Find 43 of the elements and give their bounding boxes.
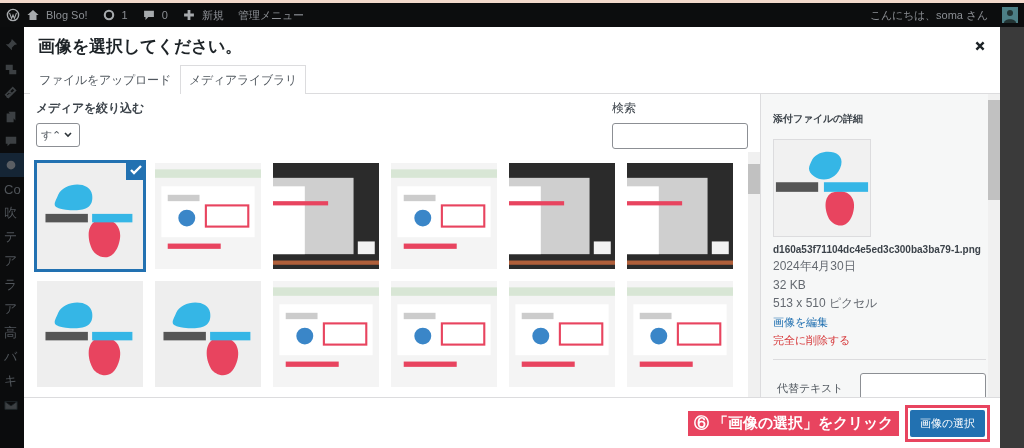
scrollbar[interactable] <box>748 152 760 397</box>
menu-item-text[interactable]: バ <box>4 348 17 366</box>
circle-icon[interactable] <box>4 158 18 172</box>
filter-dropdown[interactable]: す⌃ <box>36 123 80 147</box>
edit-image-link[interactable]: 画像を編集 <box>773 315 828 330</box>
menu-item-text[interactable]: キ <box>4 372 17 390</box>
scrollbar[interactable] <box>988 94 1000 397</box>
menu-item-text[interactable]: ラ <box>4 276 17 294</box>
menu-item-text[interactable]: 吹 <box>4 204 17 222</box>
menu-item-text[interactable]: ア <box>4 300 17 318</box>
site-link[interactable]: Blog So! <box>46 9 88 21</box>
updates-count[interactable]: 1 <box>121 9 128 21</box>
delete-link[interactable]: 完全に削除する <box>773 333 850 348</box>
image-dimensions: 513 x 510 ピクセル <box>773 295 878 312</box>
file-name: d160a53f71104dc4e5ed3c300ba3ba79-1.png <box>773 244 981 255</box>
annotation-label: ⑥ 「画像の選択」をクリック <box>687 410 899 436</box>
avatar-icon <box>1002 7 1018 23</box>
menu-item-text[interactable]: Co <box>4 181 21 197</box>
tab[interactable]: メディアライブラリ <box>180 65 306 94</box>
details-heading: 添付ファイルの詳細 <box>773 112 863 126</box>
search-label: 検索 <box>612 100 637 117</box>
select-image-button[interactable]: 画像の選択 <box>910 409 985 437</box>
refresh-icon <box>101 8 116 22</box>
chevron-icon <box>63 130 73 140</box>
plus-icon <box>181 8 196 22</box>
alt-text-label: 代替テキスト <box>777 381 843 396</box>
menu-item-text[interactable]: 高 <box>4 324 17 342</box>
upload-date: 2024年4月30日 <box>773 258 856 275</box>
menu-item-text[interactable]: テ <box>4 228 17 246</box>
comments-count[interactable]: 0 <box>161 9 168 21</box>
file-size: 32 KB <box>773 278 806 292</box>
filter-label: メディアを絞り込む <box>36 100 144 117</box>
checkmark-icon[interactable] <box>126 160 146 180</box>
menu-item-text[interactable]: ア <box>4 252 17 270</box>
comment-icon <box>141 8 156 22</box>
admin-menu-link[interactable]: 管理メニュー <box>237 7 304 23</box>
search-field[interactable] <box>612 123 748 149</box>
greeting-text[interactable]: こんにちは、soma さん <box>870 7 988 23</box>
new-link[interactable]: 新規 <box>201 7 224 23</box>
home-icon <box>26 8 40 22</box>
close-icon[interactable] <box>974 40 986 52</box>
wordpress-logo-icon[interactable] <box>6 8 20 22</box>
dialog-title: 画像を選択してください。 <box>38 35 242 58</box>
